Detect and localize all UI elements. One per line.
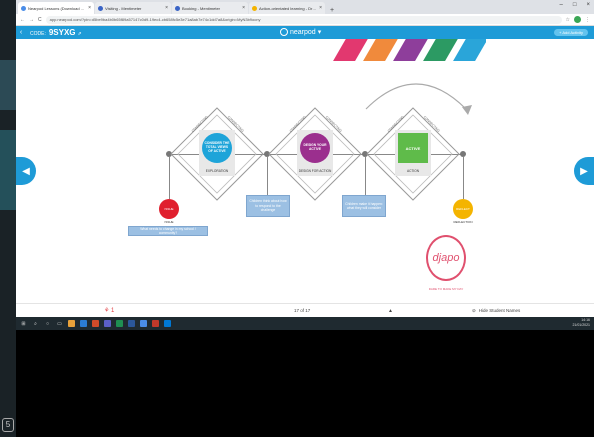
nearpod-logo[interactable]: nearpod ▾ — [280, 28, 321, 36]
task-view-icon[interactable]: ▭ — [56, 320, 63, 327]
search-icon[interactable]: ⌕ — [32, 320, 39, 327]
tab-label: Action-orientated learning - Drive — [259, 5, 318, 11]
reactions-button[interactable]: ⚘ 1 — [104, 307, 114, 314]
profile-avatar[interactable] — [574, 16, 581, 23]
nearpod-header: ‹ CODE: 9SYXG ⇗ nearpod ▾ + Add Activity — [16, 26, 594, 39]
window-controls: – □ × — [560, 2, 590, 8]
tab-favicon-icon — [98, 5, 103, 11]
code-value: 9SYXG — [48, 28, 76, 37]
step-badge: CONSIDER THE TOTAL VIEWS OF ACTIVE — [202, 133, 232, 163]
hide-student-names-label: Hide Student Names — [478, 308, 521, 313]
djapo-tagline: DARE TO MAKE MY DAY — [428, 287, 464, 291]
clock-date: 21/01/2021 — [572, 323, 590, 327]
note-card: Children make it happen: what they will … — [342, 195, 386, 217]
url-input[interactable]: app.nearpod.com/?pin=d5be9ba4b0b65f89a57… — [45, 15, 562, 24]
tab-favicon-icon — [21, 5, 26, 11]
tab-mentimeter-visiting[interactable]: Visiting - Mentimeter × — [95, 2, 171, 14]
presenter-bottom-bar: ⚘ 1 17 of 17 ▲ ⊘ Hide Student Names — [16, 303, 594, 317]
tab-close-icon[interactable]: × — [165, 5, 168, 11]
expand-thumbnails-button[interactable]: ▲ — [388, 308, 393, 314]
nearpod-logo-text: nearpod — [290, 28, 316, 36]
flow-line — [463, 157, 464, 199]
add-activity-button[interactable]: + Add Activity — [554, 29, 588, 36]
chevron-down-icon: ▾ — [317, 29, 322, 36]
word-icon[interactable] — [128, 320, 135, 327]
outcome-label: ISSUE — [164, 220, 174, 224]
powerpoint-icon[interactable] — [152, 320, 159, 327]
maximize-button[interactable]: □ — [573, 2, 577, 8]
system-clock[interactable]: 14:16 21/01/2021 — [572, 318, 590, 328]
step-card: ACTIVE ACTION — [395, 130, 431, 176]
step-label: DESIGN FOR ACTION — [298, 169, 332, 173]
chrome-icon[interactable] — [140, 320, 147, 327]
step-exploration[interactable]: CONSIDER THE TOTAL VIEWS OF ACTIVE EXPLO… — [169, 106, 265, 202]
djapo-logo: djapo DARE TO MAKE MY DAY — [416, 235, 476, 299]
excel-icon[interactable] — [116, 320, 123, 327]
tab-close-icon[interactable]: × — [242, 5, 245, 11]
windows-start-icon[interactable]: ⊞ — [20, 320, 27, 327]
step-card: DESIGN YOUR ACTIVE DESIGN FOR ACTION — [297, 130, 333, 176]
outcome-reflection[interactable]: REFLECT — [453, 199, 473, 219]
address-bar: ← → C app.nearpod.com/?pin=d5be9ba4b0b65… — [16, 14, 594, 26]
step-card: CONSIDER THE TOTAL VIEWS OF ACTIVE EXPLO… — [199, 130, 235, 176]
new-tab-button[interactable]: + — [326, 7, 338, 14]
tab-bar: Nearpod Lessons (Download Arc × Visiting… — [16, 0, 594, 14]
tab-close-icon[interactable]: × — [319, 5, 322, 11]
tab-nearpod[interactable]: Nearpod Lessons (Download Arc × — [18, 2, 94, 14]
cortana-icon[interactable]: ○ — [44, 320, 51, 327]
chevron-left-icon[interactable]: ‹ — [16, 29, 26, 36]
note-card: What needs to change in my school / comm… — [128, 226, 208, 236]
reload-button[interactable]: C — [38, 17, 42, 23]
step-label: EXPLORATION — [205, 169, 229, 173]
background-window-thumbnail — [0, 130, 16, 210]
slide-stage: ◀ ▶ CONSIDER THE TOTAL VIEWS OF ACTIVE E… — [16, 39, 594, 303]
external-link-icon[interactable]: ⇗ — [78, 31, 82, 37]
tab-label: Booking - Mentimeter — [182, 5, 221, 11]
background-window-thumbnail — [0, 60, 16, 110]
tab-favicon-icon — [175, 5, 180, 11]
edge-icon[interactable] — [80, 320, 87, 327]
tab-favicon-icon — [252, 5, 257, 11]
teams-icon[interactable] — [104, 320, 111, 327]
nearpod-logo-icon — [280, 28, 288, 36]
slide-counter: 17 of 17 — [294, 308, 311, 313]
eye-off-icon: ⊘ — [472, 307, 476, 313]
tab-label: Visiting - Mentimeter — [105, 5, 142, 11]
minimize-button[interactable]: – — [560, 2, 563, 8]
outlook-icon[interactable] — [164, 320, 171, 327]
windows-taskbar: ⊞ ⌕ ○ ▭ 14:16 21/01/2021 — [16, 317, 594, 330]
file-explorer-icon[interactable] — [68, 320, 75, 327]
step-design-for-action[interactable]: DESIGN YOUR ACTIVE DESIGN FOR ACTION CON… — [267, 106, 363, 202]
tab-mentimeter-booking[interactable]: Booking - Mentimeter × — [172, 2, 248, 14]
close-button[interactable]: × — [586, 2, 590, 8]
step-action[interactable]: ACTIVE ACTION CONNECTING CONNECTING — [365, 106, 461, 202]
forward-button[interactable]: → — [29, 17, 34, 23]
office-icon[interactable] — [92, 320, 99, 327]
screen: 5 Nearpod Lessons (Download Arc × Visiti… — [0, 0, 594, 437]
outcome-issue[interactable]: ISSUE — [159, 199, 179, 219]
menu-icon[interactable]: ⋮ — [585, 17, 590, 23]
tab-drive[interactable]: Action-orientated learning - Drive × — [249, 2, 325, 14]
session-code: CODE: 9SYXG ⇗ — [30, 28, 82, 37]
step-label: ACTION — [406, 169, 420, 173]
tab-label: Nearpod Lessons (Download Arc — [28, 5, 87, 11]
step-badge: ACTIVE — [398, 133, 428, 163]
app-logo-icon[interactable]: 5 — [2, 418, 14, 432]
djapo-mark: djapo — [426, 235, 466, 281]
tab-close-icon[interactable]: × — [88, 5, 91, 11]
star-icon[interactable]: ☆ — [566, 17, 570, 23]
hide-student-names-toggle[interactable]: ⊘ Hide Student Names — [472, 308, 520, 314]
browser-window: Nearpod Lessons (Download Arc × Visiting… — [16, 0, 594, 330]
step-badge: DESIGN YOUR ACTIVE — [300, 133, 330, 163]
note-card: Children think about how to respond to t… — [246, 195, 290, 217]
outcome-label: REFLECTION — [453, 220, 473, 224]
code-label: CODE: — [30, 31, 46, 37]
back-button[interactable]: ← — [20, 17, 25, 23]
background-window: 5 — [0, 0, 16, 437]
